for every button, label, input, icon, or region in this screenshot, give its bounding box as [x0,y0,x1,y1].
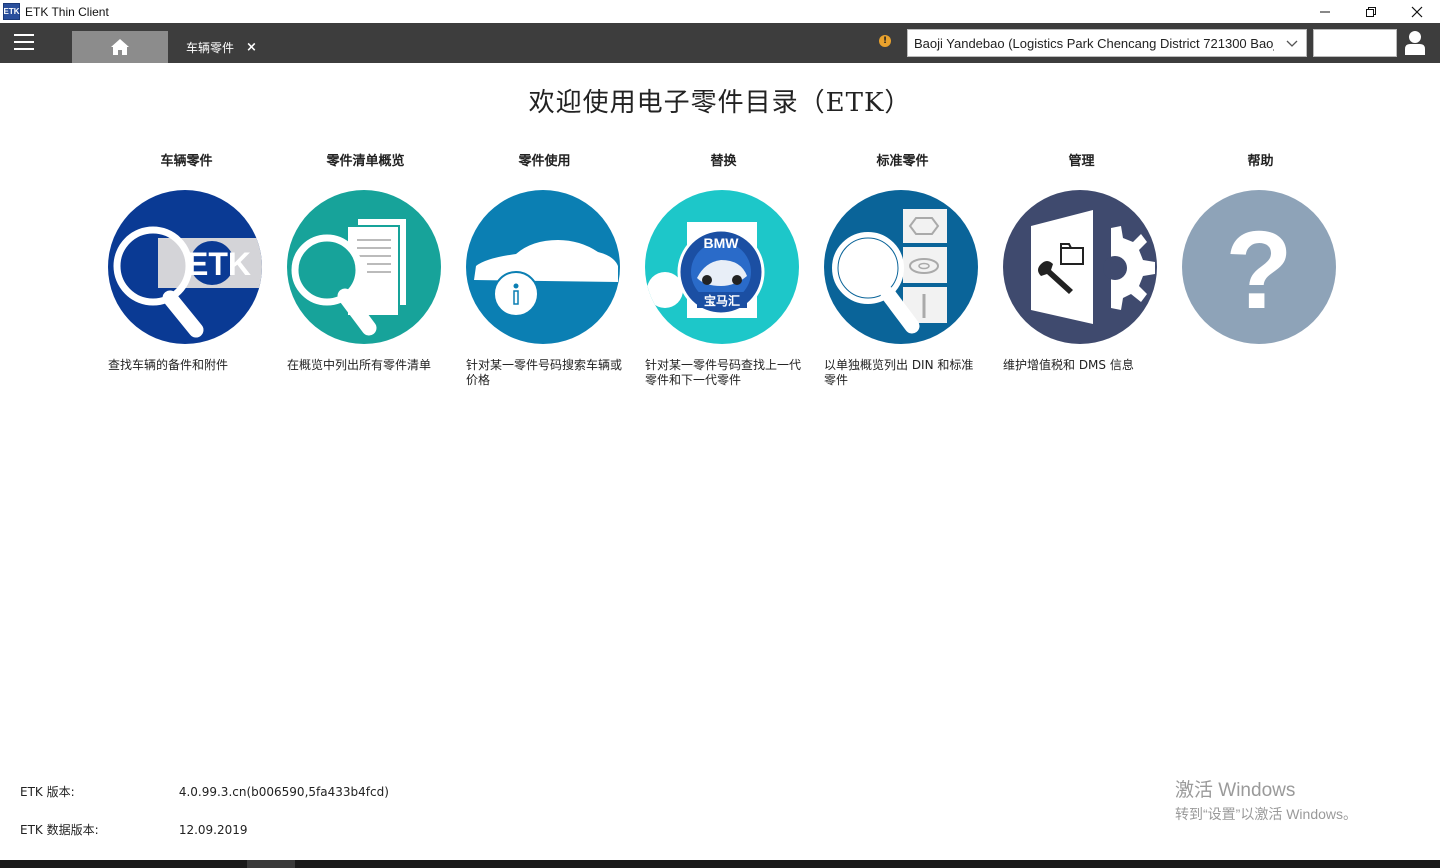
bmw-ring-text: BMW [704,235,740,251]
module-title: 标准零件 [876,154,929,169]
help-question-icon[interactable]: ? [1182,190,1336,344]
data-version-row: ETK 数据版本: 12.09.2019 [20,821,248,838]
hamburger-icon-line [14,48,34,50]
windows-activation-watermark: 激活 Windows 转到“设置”以激活 Windows。 [1175,775,1357,824]
module-replacement[interactable]: 替换 BMW 宝马汇 针对某一零件号码查找上一代零件和下一代零件 [634,150,813,387]
minimize-icon [1320,11,1330,12]
page-title: 欢迎使用电子零件目录（ETK） [528,88,912,118]
dealer-select-value: Baoji Yandebao (Logistics Park Chencang … [914,35,1274,51]
etk-version-label: ETK 版本: [20,785,75,799]
module-vehicle-parts[interactable]: 车辆零件 ETK 查找车辆的备件和附件 [97,150,276,372]
restore-icon [1366,6,1376,17]
warning-icon[interactable]: ! [879,35,891,47]
module-description: 针对某一零件号码搜索车辆或价格 [466,358,623,387]
etk-version-value: 4.0.99.3.cn(b006590,5fa433b4fcd) [178,785,389,799]
module-title: 零件使用 [518,154,571,169]
bmw-replacement-icon[interactable]: BMW 宝马汇 [645,190,799,344]
module-part-usage[interactable]: 零件使用 针对某一零件号码搜索车辆或价格 [455,150,634,387]
tab-close-icon[interactable]: × [246,40,257,55]
tab-vehicle-parts[interactable]: 车辆零件 × [178,31,257,63]
module-description: 在概览中列出所有零件清单 [287,358,432,372]
menu-button[interactable] [14,34,34,51]
watermark-line1: 激活 Windows [1175,780,1296,801]
admin-tools-icon[interactable] [1003,190,1157,344]
close-window-button[interactable] [1394,0,1440,23]
module-description: 以单独概览列出 DIN 和标准零件 [824,358,974,387]
car-info-icon[interactable] [466,190,620,344]
module-title: 车辆零件 [160,154,213,169]
tab-vehicle-parts-label: 车辆零件 [186,40,235,55]
data-version-value: 12.09.2019 [178,823,248,837]
module-description: 查找车辆的备件和附件 [108,358,229,372]
data-version-label: ETK 数据版本: [20,823,99,837]
module-title: 帮助 [1247,154,1274,169]
search-input[interactable] [1313,29,1397,57]
module-parts-list-overview[interactable]: 零件清单概览 在概览中列出所有零件清单 [276,150,455,372]
chevron-down-icon [1286,40,1298,47]
home-icon [111,39,129,55]
module-title: 零件清单概览 [326,154,405,169]
window-controls [1302,0,1440,23]
module-administration[interactable]: 管理 维护增值税和 DMS 信息 [992,150,1171,372]
hamburger-icon-line [14,41,34,43]
module-title: 替换 [710,154,737,169]
module-standard-parts[interactable]: 标准零件 以单独概览列出 DIN 和标准零件 [813,150,992,387]
app-toolbar: 车辆零件 × ! Baoji Yandebao (Logistics Park … [0,23,1440,63]
module-description: 维护增值税和 DMS 信息 [1003,358,1134,372]
module-description: 针对某一零件号码查找上一代零件和下一代零件 [645,358,802,387]
close-icon [1411,6,1423,17]
restore-button[interactable] [1348,0,1394,23]
svg-text:?: ? [1225,209,1292,332]
module-help[interactable]: 帮助 ? [1171,150,1350,344]
etk-app-icon: ETK [3,3,20,20]
taskbar-item[interactable] [247,860,295,868]
parts-list-magnifier-icon[interactable] [287,190,441,344]
window-title: ETK Thin Client [25,4,109,19]
module-title: 管理 [1068,154,1095,169]
minimize-button[interactable] [1302,0,1348,23]
etk-version-row: ETK 版本: 4.0.99.3.cn(b006590,5fa433b4fcd) [20,783,389,800]
window-title-bar: ETK ETK Thin Client [0,0,1440,23]
watermark-line2: 转到“设置”以激活 Windows。 [1175,806,1358,822]
user-icon [1405,31,1425,55]
home-tab[interactable] [72,31,168,63]
bmw-badge-text: 宝马汇 [704,293,740,308]
user-button[interactable] [1404,30,1426,56]
svg-text:ETK: ETK [187,246,251,282]
taskbar [0,860,1440,868]
hamburger-icon-line [14,34,34,36]
vehicle-parts-etk-magnifier-icon[interactable]: ETK [108,190,262,344]
dealer-select[interactable]: Baoji Yandebao (Logistics Park Chencang … [907,29,1307,57]
standard-parts-magnifier-icon[interactable] [824,190,978,344]
